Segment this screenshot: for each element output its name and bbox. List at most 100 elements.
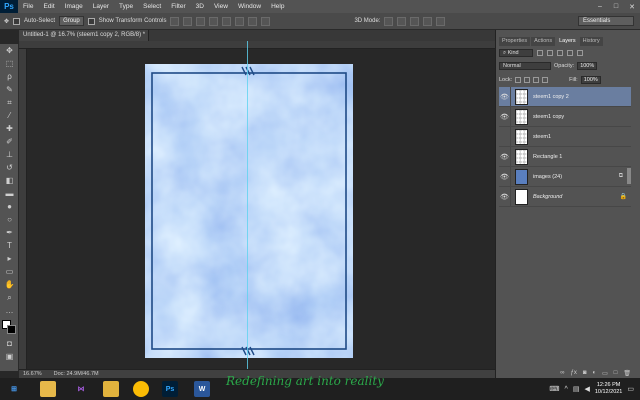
filter-smart-object-icon[interactable] xyxy=(577,50,583,56)
menu-image[interactable]: Image xyxy=(60,3,88,10)
blend-mode-select[interactable]: Normal xyxy=(499,62,551,70)
lock-position-icon[interactable] xyxy=(533,77,540,83)
visibility-eye-icon[interactable]: 👁 xyxy=(499,86,511,107)
opacity-input[interactable]: 100% xyxy=(577,62,598,70)
menu-view[interactable]: View xyxy=(209,3,233,10)
vertical-ruler[interactable] xyxy=(19,49,27,369)
shape-tool-icon[interactable]: ▭ xyxy=(4,267,15,277)
move-tool-icon[interactable]: ✥ xyxy=(4,18,9,25)
align-right-icon[interactable] xyxy=(235,16,245,26)
tab-actions[interactable]: Actions xyxy=(531,37,556,46)
slide-3d-icon[interactable] xyxy=(423,16,433,26)
align-middle-icon[interactable] xyxy=(183,16,193,26)
minimize-button[interactable]: – xyxy=(592,0,608,13)
photoshop-taskbar-icon[interactable]: Ps xyxy=(162,381,178,397)
menu-help[interactable]: Help xyxy=(266,3,289,10)
blur-tool-icon[interactable]: ● xyxy=(4,202,15,212)
history-brush-tool-icon[interactable]: ↺ xyxy=(4,163,15,173)
document-canvas[interactable] xyxy=(145,64,353,358)
align-top-icon[interactable] xyxy=(170,16,180,26)
menu-select[interactable]: Select xyxy=(138,3,166,10)
layer-style-icon[interactable]: ƒx xyxy=(570,370,576,378)
drag-3d-icon[interactable] xyxy=(410,16,420,26)
fill-input[interactable]: 100% xyxy=(580,76,601,84)
show-transform-checkbox[interactable] xyxy=(87,17,95,25)
background-color-swatch[interactable] xyxy=(7,325,16,334)
visual-studio-icon[interactable]: ⋈ xyxy=(73,381,89,397)
eraser-tool-icon[interactable]: ◧ xyxy=(4,176,15,186)
auto-select-target-select[interactable]: Group xyxy=(59,16,84,26)
lock-pixels-icon[interactable] xyxy=(524,77,531,83)
horizontal-ruler[interactable] xyxy=(19,41,495,49)
align-center-icon[interactable] xyxy=(222,16,232,26)
new-layer-icon[interactable]: □ xyxy=(614,370,618,378)
notifications-icon[interactable]: ▭ xyxy=(627,385,634,393)
close-button[interactable]: ✕ xyxy=(624,0,640,13)
quick-mask-icon[interactable]: ◘ xyxy=(4,339,15,349)
menu-type[interactable]: Type xyxy=(114,3,138,10)
menu-layer[interactable]: Layer xyxy=(88,3,114,10)
visibility-eye-icon[interactable]: 👁 xyxy=(499,106,511,127)
path-select-tool-icon[interactable]: ▸ xyxy=(4,254,15,264)
zoom-tool-icon[interactable]: ⌕ xyxy=(4,293,15,303)
lock-all-icon[interactable] xyxy=(542,77,549,83)
clock[interactable]: 12:26 PM 10/12/2021 xyxy=(595,382,623,396)
layer-name[interactable]: steem1 xyxy=(533,134,551,140)
auto-select-checkbox[interactable] xyxy=(13,17,21,25)
layer-row[interactable]: steem1 xyxy=(499,126,631,147)
volume-icon[interactable]: ◀ xyxy=(584,385,589,393)
pen-tool-icon[interactable]: ✒ xyxy=(4,228,15,238)
link-layers-icon[interactable]: ∞ xyxy=(560,370,564,378)
vertical-guide[interactable] xyxy=(247,41,248,369)
layer-row[interactable]: 👁 Rectangle 1 xyxy=(499,146,631,167)
layer-name[interactable]: images (24) xyxy=(533,174,562,180)
move-tool-icon[interactable]: ✥ xyxy=(4,46,15,56)
layer-row[interactable]: 👁 steem1 copy xyxy=(499,106,631,127)
menu-file[interactable]: File xyxy=(18,3,38,10)
explorer-icon[interactable] xyxy=(40,381,56,397)
menu-filter[interactable]: Filter xyxy=(166,3,190,10)
dodge-tool-icon[interactable]: ○ xyxy=(4,215,15,225)
healing-tool-icon[interactable]: ✚ xyxy=(4,124,15,134)
menu-3d[interactable]: 3D xyxy=(191,3,209,10)
clone-stamp-tool-icon[interactable]: ⊥ xyxy=(4,150,15,160)
distribute-2-icon[interactable] xyxy=(261,16,271,26)
filter-type-icon[interactable] xyxy=(557,50,563,56)
layer-name[interactable]: steem1 copy xyxy=(533,114,564,120)
tab-history[interactable]: History xyxy=(579,37,603,46)
more-tools-icon[interactable]: … xyxy=(4,306,15,316)
marquee-tool-icon[interactable]: ⬚ xyxy=(4,59,15,69)
visibility-eye-icon[interactable]: 👁 xyxy=(499,146,511,167)
visibility-eye-icon[interactable]: 👁 xyxy=(499,186,511,207)
filter-adjustment-icon[interactable] xyxy=(547,50,553,56)
adjustment-layer-icon[interactable]: ◐ xyxy=(592,370,596,378)
hand-tool-icon[interactable]: ✋ xyxy=(4,280,15,290)
lasso-tool-icon[interactable]: ρ xyxy=(4,72,15,82)
layer-name[interactable]: Background xyxy=(533,194,562,200)
align-bottom-icon[interactable] xyxy=(196,16,206,26)
maximize-button[interactable]: □ xyxy=(608,0,624,13)
type-tool-icon[interactable]: T xyxy=(4,241,15,251)
rotate-3d-icon[interactable] xyxy=(384,16,394,26)
windows-start-icon[interactable]: ⊞ xyxy=(6,381,22,397)
filter-pixel-icon[interactable] xyxy=(537,50,543,56)
layers-scrollbar[interactable] xyxy=(627,168,631,184)
layer-name[interactable]: steem1 copy 2 xyxy=(533,94,569,100)
add-mask-icon[interactable]: ◙ xyxy=(583,370,587,378)
visibility-eye-off-icon[interactable] xyxy=(499,126,511,147)
network-icon[interactable]: ▤ xyxy=(573,385,580,393)
crop-tool-icon[interactable]: ⌗ xyxy=(4,98,15,108)
keyboard-icon[interactable]: ⌨ xyxy=(549,385,559,393)
roll-3d-icon[interactable] xyxy=(397,16,407,26)
chevron-up-icon[interactable]: ^ xyxy=(565,386,568,393)
chrome-icon[interactable] xyxy=(133,381,149,397)
screen-mode-icon[interactable]: ▣ xyxy=(4,352,15,362)
word-icon[interactable]: W xyxy=(194,381,210,397)
gradient-tool-icon[interactable]: ▬ xyxy=(4,189,15,199)
menu-edit[interactable]: Edit xyxy=(38,3,59,10)
zoom-readout[interactable]: 16.67% xyxy=(23,371,42,377)
document-tab[interactable]: Untitled-1 @ 16.7% (steem1 copy 2, RGB/8… xyxy=(19,30,149,41)
filter-shape-icon[interactable] xyxy=(567,50,573,56)
visibility-eye-icon[interactable]: 👁 xyxy=(499,166,511,187)
files-icon[interactable] xyxy=(103,381,119,397)
